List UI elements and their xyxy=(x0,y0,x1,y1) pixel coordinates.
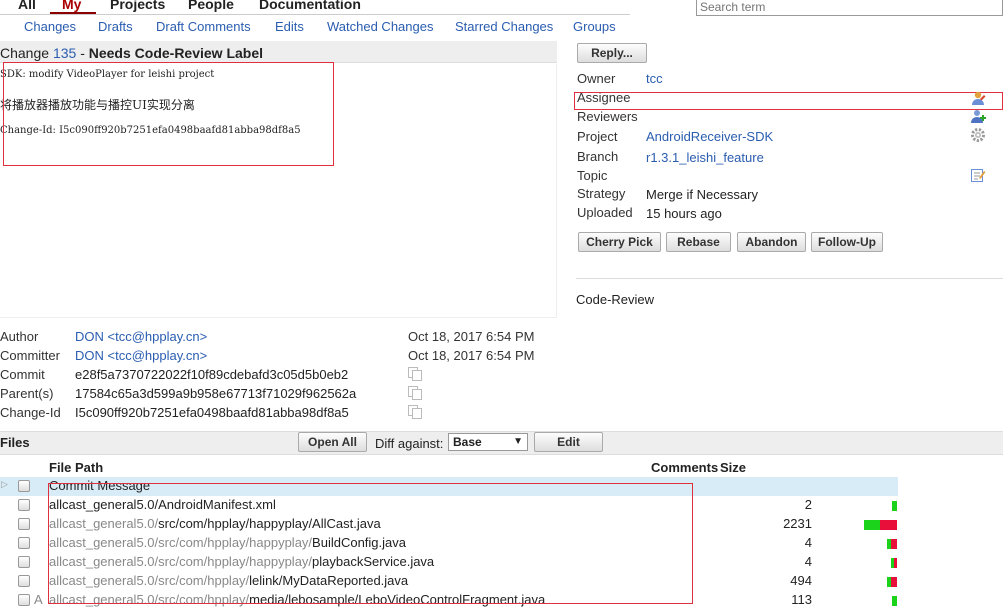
menu-divider xyxy=(0,14,630,15)
submenu-drafts[interactable]: Drafts xyxy=(98,19,133,34)
committer-value[interactable]: DON <tcc@hpplay.cn> xyxy=(75,348,207,363)
parents-label: Parent(s) xyxy=(0,386,54,401)
file-size: 2 xyxy=(804,497,812,512)
nav-projects[interactable]: Projects xyxy=(110,0,165,12)
reviewed-checkbox[interactable] xyxy=(18,594,30,606)
author-value[interactable]: DON <tcc@hpplay.cn> xyxy=(75,329,207,344)
committer-label: Committer xyxy=(0,348,60,363)
uploaded-value: 15 hours ago xyxy=(646,206,722,221)
change-status: Needs Code-Review Label xyxy=(88,45,264,61)
reviewed-checkbox[interactable] xyxy=(18,575,30,587)
col-size: Size xyxy=(720,460,747,475)
reviewed-checkbox[interactable] xyxy=(18,537,30,549)
size-bar-removed xyxy=(894,558,897,568)
size-bar-removed xyxy=(880,520,897,530)
reviewed-checkbox[interactable] xyxy=(18,518,30,530)
branch-value[interactable]: r1.3.1_leishi_feature xyxy=(646,150,764,165)
annotation-box-files xyxy=(48,483,693,604)
submenu-changes[interactable]: Changes xyxy=(24,19,76,34)
parents-value: 17584c65a3d599a9b958e67713f71029f962562a xyxy=(75,386,357,401)
author-date: Oct 18, 2017 6:54 PM xyxy=(408,329,535,344)
cherry-pick-button[interactable]: Cherry Pick xyxy=(578,232,661,252)
page-title: Change 135 - Needs Code-Review Label xyxy=(0,45,263,61)
copy-parents-icon[interactable] xyxy=(408,386,422,400)
file-size: 4 xyxy=(804,535,812,550)
reply-button[interactable]: Reply... xyxy=(577,43,647,63)
strategy-value: Merge if Necessary xyxy=(646,187,758,202)
size-bar-added xyxy=(864,520,880,530)
file-size: 2231 xyxy=(783,516,812,531)
size-bar-removed xyxy=(891,577,897,587)
diff-base-value: Base xyxy=(453,435,482,449)
nav-people[interactable]: People xyxy=(188,0,234,12)
uploaded-label: Uploaded xyxy=(577,205,633,220)
open-all-button[interactable]: Open All xyxy=(298,432,367,452)
files-label: Files xyxy=(0,435,30,450)
topic-label: Topic xyxy=(577,168,608,183)
edit-assignee-icon[interactable] xyxy=(970,90,986,106)
submenu-starred-changes[interactable]: Starred Changes xyxy=(455,19,553,34)
size-bar-added xyxy=(892,501,897,511)
size-bar-removed xyxy=(891,539,897,549)
copy-changeid-icon[interactable] xyxy=(408,405,422,419)
code-review-label: Code-Review xyxy=(576,292,655,307)
follow-up-button[interactable]: Follow-Up xyxy=(811,232,883,252)
reviewed-checkbox[interactable] xyxy=(18,499,30,511)
reviewers-label: Reviewers xyxy=(577,109,638,124)
diff-against-label: Diff against: xyxy=(375,436,444,451)
nav-all[interactable]: All xyxy=(18,0,36,12)
edit-topic-icon[interactable] xyxy=(970,167,986,183)
edit-button[interactable]: Edit xyxy=(534,432,603,452)
author-label: Author xyxy=(0,329,39,344)
committer-date: Oct 18, 2017 6:54 PM xyxy=(408,348,535,363)
add-reviewer-icon[interactable] xyxy=(970,108,986,124)
submenu-groups[interactable]: Groups xyxy=(573,19,616,34)
changeid-value: I5c090ff920b7251efa0498baafd81abba98df8a… xyxy=(75,405,349,420)
chevron-down-icon: ▼ xyxy=(513,436,523,447)
reviewed-checkbox[interactable] xyxy=(18,480,30,492)
rebase-button[interactable]: Rebase xyxy=(666,232,731,252)
project-value[interactable]: AndroidReceiver-SDK xyxy=(646,129,773,144)
project-label: Project xyxy=(577,129,618,144)
submenu-draft-comments[interactable]: Draft Comments xyxy=(156,19,251,34)
submenu-edits[interactable]: Edits xyxy=(275,19,304,34)
changeid-label: Change-Id xyxy=(0,405,61,420)
nav-my[interactable]: My xyxy=(62,0,81,12)
change-number[interactable]: 135 xyxy=(53,45,76,61)
diff-base-select[interactable]: Base ▼ xyxy=(448,433,528,451)
file-size: 494 xyxy=(790,573,812,588)
abandon-button[interactable]: Abandon xyxy=(737,232,806,252)
col-comments: Comments xyxy=(651,460,719,475)
file-size: 4 xyxy=(804,554,812,569)
commit-value: e28f5a7370722022f10f89cdebafd3c05d5b0eb2 xyxy=(75,367,349,382)
reviewed-checkbox[interactable] xyxy=(18,556,30,568)
change-separator: - xyxy=(80,45,85,61)
strategy-label: Strategy xyxy=(577,186,626,201)
expand-arrow-icon[interactable]: ▷ xyxy=(1,479,8,490)
file-size: 113 xyxy=(791,592,812,607)
submenu-watched-changes[interactable]: Watched Changes xyxy=(327,19,433,34)
annotation-box-assignee xyxy=(574,92,1003,110)
change-prefix: Change xyxy=(0,45,50,61)
file-status-marker: A xyxy=(34,592,43,607)
annotation-box-message xyxy=(3,62,334,166)
size-bar-added xyxy=(892,596,897,606)
copy-commit-icon[interactable] xyxy=(408,367,422,381)
info-divider xyxy=(576,278,1003,279)
owner-value[interactable]: tcc xyxy=(646,71,663,86)
col-file-path: File Path xyxy=(49,460,104,475)
gear-icon[interactable] xyxy=(970,127,986,143)
commit-label: Commit xyxy=(0,367,45,382)
nav-documentation[interactable]: Documentation xyxy=(259,0,361,12)
owner-label: Owner xyxy=(577,71,616,86)
search-input[interactable] xyxy=(696,0,1003,16)
branch-label: Branch xyxy=(577,149,619,164)
